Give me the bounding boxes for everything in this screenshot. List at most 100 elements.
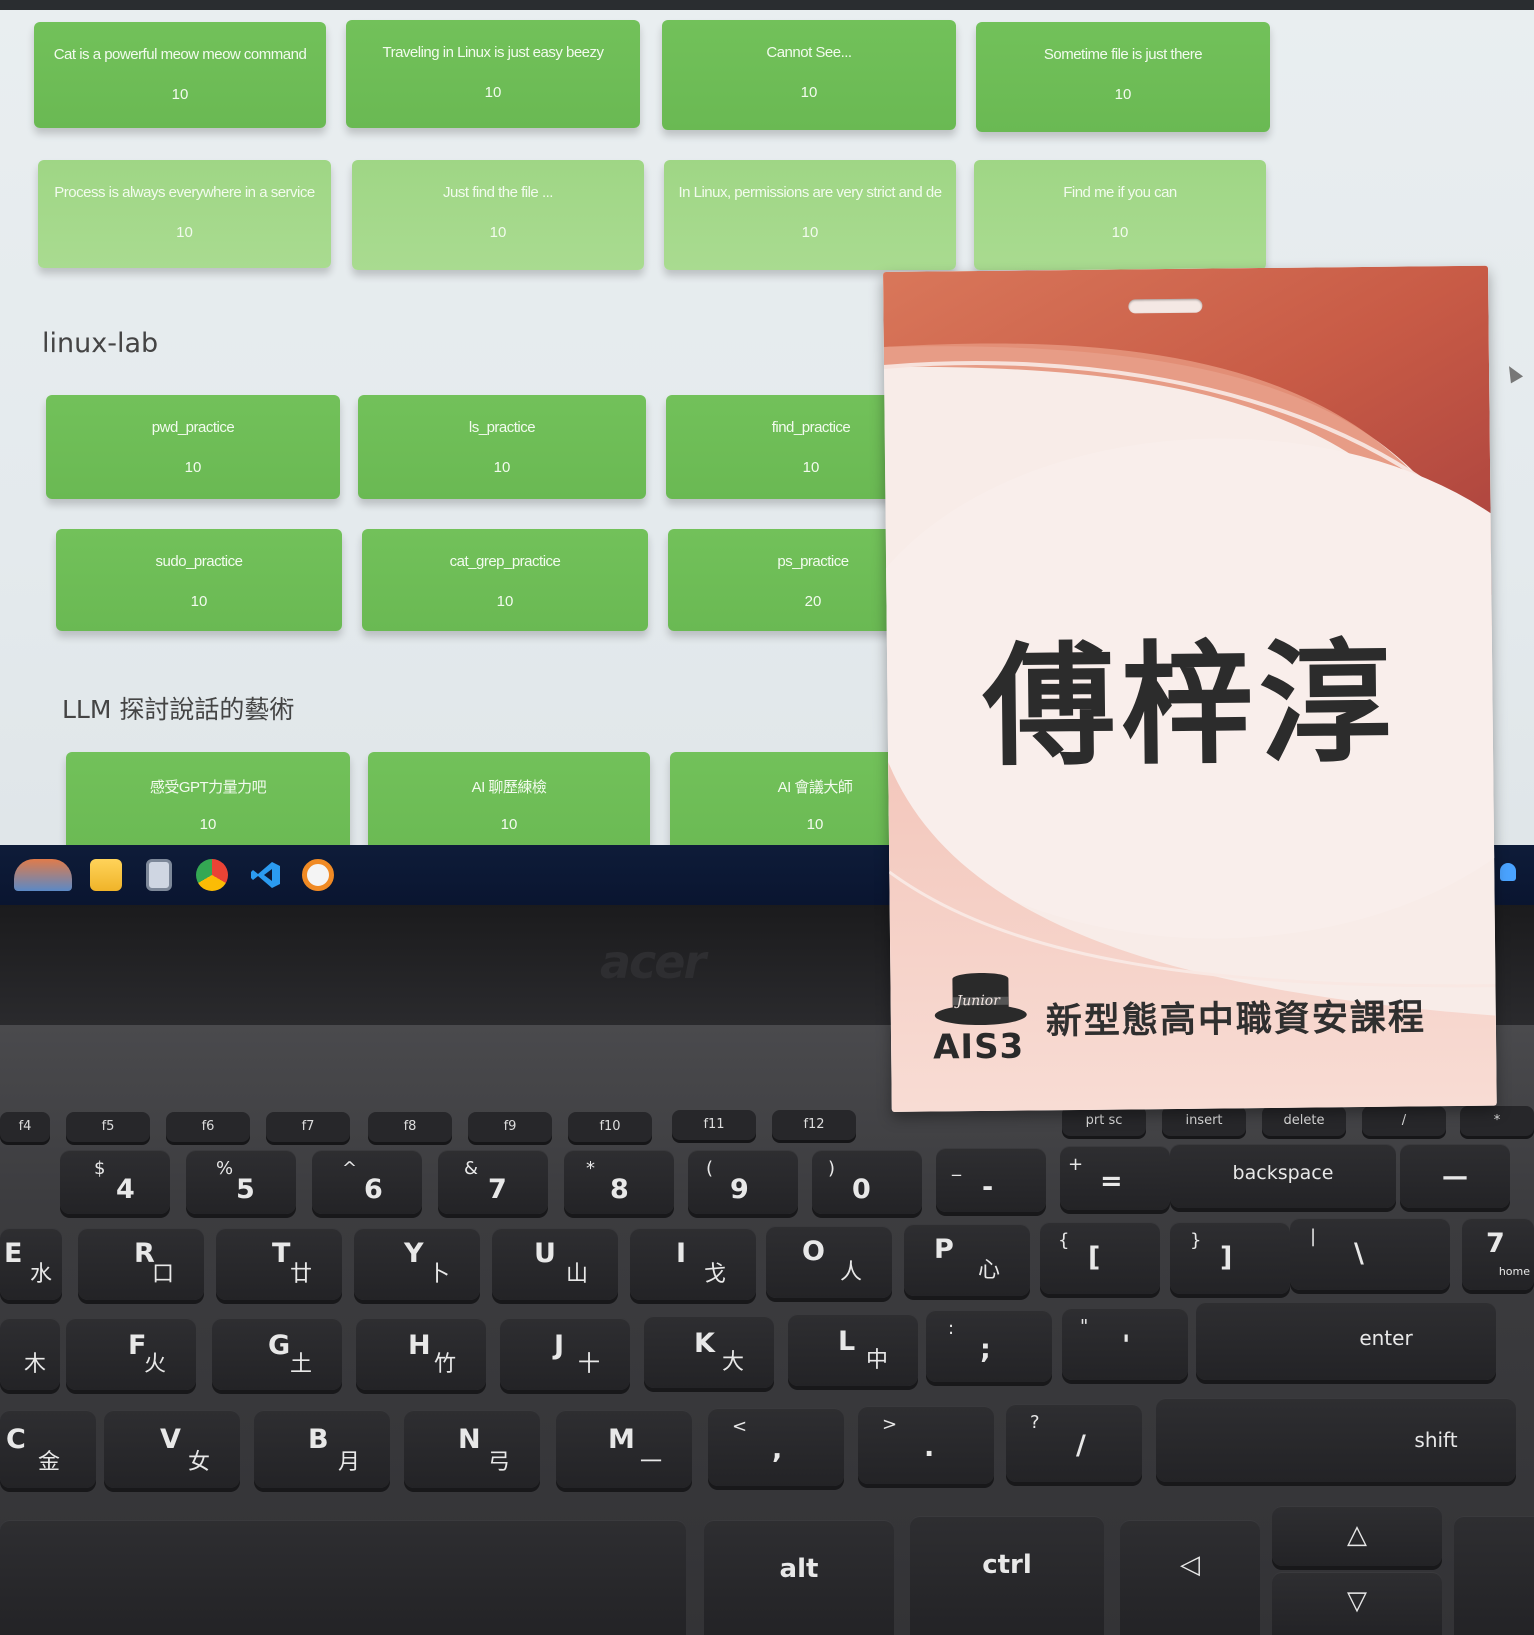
- key-E[interactable]: E 水: [0, 1228, 62, 1300]
- key-cangjie: 月: [337, 1450, 360, 1475]
- key-f9[interactable]: f9: [468, 1112, 552, 1142]
- key-f12b[interactable]: prt sc: [1062, 1106, 1146, 1136]
- key-shift-char: *: [586, 1158, 595, 1179]
- key-home-label: home: [1498, 1265, 1530, 1278]
- key-numpad-7[interactable]: 7 home: [1462, 1218, 1534, 1290]
- challenge-card[interactable]: Cat is a powerful meow meow command 10: [34, 22, 326, 128]
- challenge-title: Just find the file ...: [443, 184, 553, 201]
- vscode-icon[interactable]: [250, 859, 282, 891]
- notification-bell-icon[interactable]: [1500, 863, 1516, 881]
- key-f7[interactable]: f7: [266, 1112, 350, 1142]
- weather-icon[interactable]: [14, 859, 72, 891]
- key-ctrl-right[interactable]: ctrl: [910, 1516, 1104, 1635]
- key-Y[interactable]: Y 卜: [354, 1228, 480, 1300]
- key-period[interactable]: . >: [858, 1406, 994, 1484]
- key-minus[interactable]: _ -: [936, 1148, 1046, 1212]
- challenge-score: 10: [199, 816, 217, 833]
- key-bracket-right[interactable]: ] }: [1170, 1222, 1290, 1294]
- key-backspace[interactable]: backspace: [1170, 1144, 1396, 1208]
- key-7[interactable]: & 7: [438, 1150, 548, 1214]
- key-insert[interactable]: insert: [1162, 1106, 1246, 1136]
- challenge-card[interactable]: Just find the file ... 10: [352, 160, 644, 270]
- key-F[interactable]: F 火: [66, 1318, 196, 1390]
- key-D[interactable]: 木: [0, 1318, 60, 1390]
- challenge-title: Traveling in Linux is just easy beezy: [382, 44, 604, 61]
- key-bracket-left[interactable]: [ {: [1040, 1222, 1160, 1294]
- key-f6[interactable]: f6: [166, 1112, 250, 1142]
- key-char: backspace: [1232, 1162, 1334, 1184]
- key-shift-char: {: [1058, 1230, 1070, 1251]
- key-4[interactable]: $ 4: [60, 1150, 170, 1214]
- key-char: ;: [980, 1334, 991, 1365]
- key-f12[interactable]: f12: [772, 1110, 856, 1140]
- key-G[interactable]: G 土: [212, 1318, 342, 1390]
- challenge-card[interactable]: Sometime file is just there 10: [976, 22, 1270, 132]
- key-M[interactable]: M 一: [556, 1410, 692, 1488]
- key-L[interactable]: L 中: [788, 1314, 918, 1386]
- key-B[interactable]: B 月: [254, 1410, 390, 1488]
- key-6[interactable]: ^ 6: [312, 1150, 422, 1214]
- key-cangjie: 竹: [433, 1352, 456, 1377]
- challenge-score: 10: [1114, 86, 1132, 103]
- challenge-card[interactable]: Process is always everywhere in a servic…: [38, 160, 331, 268]
- key-comma[interactable]: , <: [708, 1408, 844, 1486]
- key-numpad-slash[interactable]: /: [1362, 1106, 1446, 1136]
- key-T[interactable]: T 廿: [216, 1228, 342, 1300]
- key-arrow-right[interactable]: [1454, 1516, 1534, 1635]
- challenge-card[interactable]: cat_grep_practice 10: [362, 529, 648, 631]
- challenge-card[interactable]: In Linux, permissions are very strict an…: [664, 160, 956, 270]
- key-V[interactable]: V 女: [104, 1410, 240, 1488]
- app-icon[interactable]: [302, 859, 334, 891]
- key-semicolon[interactable]: ; :: [926, 1310, 1052, 1382]
- key-cangjie: 木: [23, 1352, 46, 1377]
- key-equals[interactable]: + =: [1060, 1146, 1170, 1210]
- key-shift-right[interactable]: shift: [1156, 1398, 1516, 1482]
- key-f4[interactable]: f4: [0, 1112, 50, 1142]
- key-numpad-minus[interactable]: —: [1400, 1144, 1510, 1208]
- folder-icon[interactable]: [90, 859, 122, 891]
- key-9[interactable]: ( 9: [688, 1150, 798, 1214]
- key-delete[interactable]: delete: [1262, 1106, 1346, 1136]
- chrome-icon[interactable]: [196, 859, 228, 891]
- key-shift-char: ): [828, 1158, 836, 1179]
- challenge-card[interactable]: sudo_practice 10: [56, 529, 342, 631]
- key-backslash[interactable]: \ |: [1290, 1218, 1450, 1290]
- key-I[interactable]: I 戈: [630, 1228, 756, 1300]
- key-f10[interactable]: f10: [568, 1112, 652, 1142]
- key-f11[interactable]: f11: [672, 1110, 756, 1140]
- key-K[interactable]: K 大: [644, 1316, 774, 1388]
- key-arrow-down[interactable]: ▽: [1272, 1572, 1442, 1635]
- key-arrow-left[interactable]: ◁: [1120, 1520, 1260, 1635]
- key-char: O: [802, 1236, 825, 1267]
- key-alt-right[interactable]: alt: [704, 1520, 894, 1635]
- key-enter[interactable]: enter: [1196, 1302, 1496, 1380]
- challenge-card[interactable]: Cannot See... 10: [662, 20, 956, 130]
- challenge-card[interactable]: Traveling in Linux is just easy beezy 10: [346, 20, 640, 128]
- key-f5[interactable]: f5: [66, 1112, 150, 1142]
- key-f8[interactable]: f8: [368, 1112, 452, 1142]
- key-J[interactable]: J 十: [500, 1318, 630, 1390]
- key-space[interactable]: [0, 1520, 686, 1635]
- key-U[interactable]: U 山: [492, 1228, 618, 1300]
- key-N[interactable]: N 弓: [404, 1410, 540, 1488]
- key-numpad-star[interactable]: *: [1460, 1106, 1534, 1136]
- key-0[interactable]: ) 0: [812, 1150, 922, 1214]
- challenge-card[interactable]: pwd_practice 10: [46, 395, 340, 499]
- key-slash[interactable]: / ?: [1006, 1404, 1142, 1482]
- key-C[interactable]: C 金: [0, 1410, 96, 1488]
- key-arrow-up[interactable]: △: [1272, 1506, 1442, 1566]
- key-cangjie: 弓: [487, 1450, 510, 1475]
- challenge-card[interactable]: ls_practice 10: [358, 395, 646, 499]
- key-R[interactable]: R 口: [78, 1228, 204, 1300]
- laptop-brand-logo: acer: [600, 935, 706, 989]
- key-8[interactable]: * 8: [564, 1150, 674, 1214]
- key-H[interactable]: H 竹: [356, 1318, 486, 1390]
- key-shift-char: :: [948, 1318, 955, 1339]
- key-5[interactable]: % 5: [186, 1150, 296, 1214]
- key-quote[interactable]: ' ": [1062, 1308, 1188, 1380]
- key-P[interactable]: P 心: [904, 1224, 1030, 1296]
- key-O[interactable]: O 人: [766, 1226, 892, 1298]
- mouse-cursor-icon: [1502, 362, 1524, 384]
- calculator-icon[interactable]: [146, 859, 172, 891]
- challenge-card[interactable]: Find me if you can 10: [974, 160, 1266, 270]
